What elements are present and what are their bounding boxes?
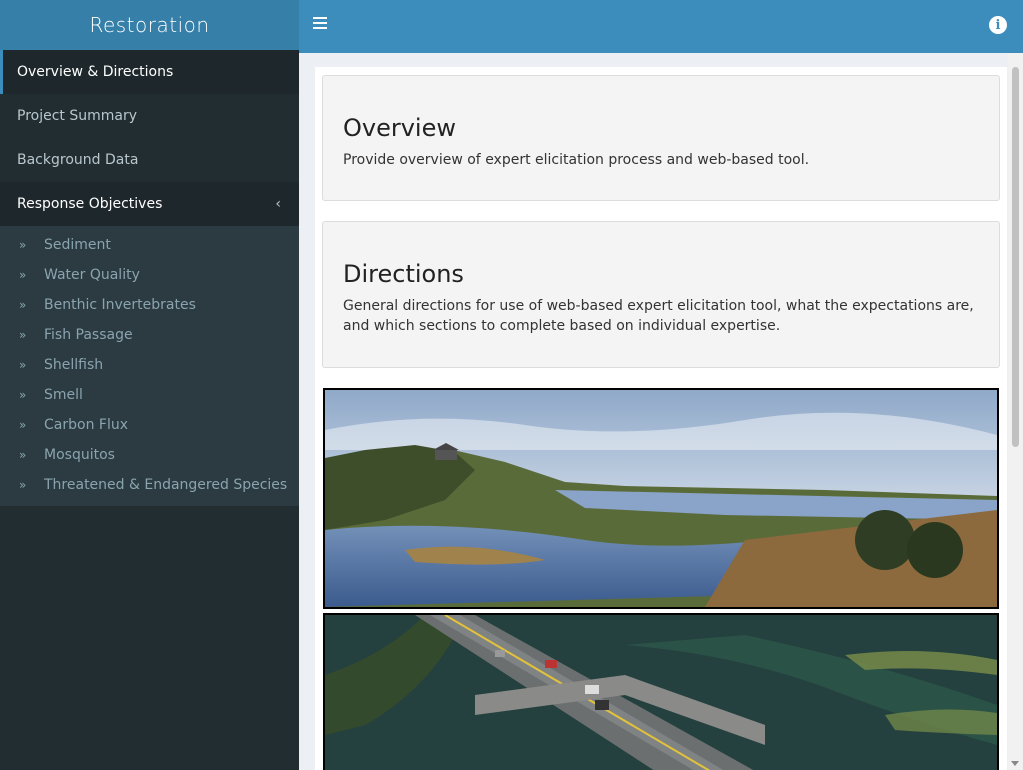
submenu-item-mosquitos[interactable]: » Mosquitos [0, 440, 299, 470]
submenu-item-label: Fish Passage [44, 327, 133, 343]
sidebar-item-project-summary[interactable]: Project Summary [0, 94, 299, 138]
submenu-item-label: Mosquitos [44, 447, 115, 463]
submenu-item-carbon-flux[interactable]: » Carbon Flux [0, 410, 299, 440]
bridge-rendering-graphic [325, 615, 997, 770]
double-chevron-right-icon: » [19, 418, 27, 432]
sidebar-item-label: Background Data [17, 152, 139, 168]
submenu-item-water-quality[interactable]: » Water Quality [0, 260, 299, 290]
double-chevron-right-icon: » [19, 478, 27, 492]
overview-card: Overview Provide overview of expert elic… [322, 75, 1000, 201]
double-chevron-right-icon: » [19, 238, 27, 252]
overview-title: Overview [343, 114, 456, 142]
submenu-item-smell[interactable]: » Smell [0, 380, 299, 410]
sidebar-item-label: Response Objectives [17, 196, 163, 212]
info-icon[interactable]: i [989, 16, 1007, 34]
page-scrollbar[interactable] [1008, 53, 1023, 770]
double-chevron-right-icon: » [19, 388, 27, 402]
directions-title: Directions [343, 260, 464, 288]
sidebar-item-background-data[interactable]: Background Data [0, 138, 299, 182]
double-chevron-right-icon: » [19, 328, 27, 342]
submenu-item-label: Shellfish [44, 357, 104, 373]
submenu-item-label: Benthic Invertebrates [44, 297, 196, 313]
submenu-response-objectives: » Sediment » Water Quality » Benthic Inv… [0, 226, 299, 506]
chevron-left-icon: ‹ [275, 196, 281, 212]
submenu-item-shellfish[interactable]: » Shellfish [0, 350, 299, 380]
hamburger-icon[interactable] [313, 17, 327, 31]
scrollbar-thumb[interactable] [1012, 67, 1019, 447]
marsh-landscape-graphic [325, 390, 997, 607]
sidebar-item-response-objectives[interactable]: Response Objectives ‹ [0, 182, 299, 226]
submenu-item-label: Sediment [44, 237, 111, 253]
submenu-item-threatened-endangered[interactable]: » Threatened & Endangered Species [0, 470, 299, 500]
double-chevron-right-icon: » [19, 298, 27, 312]
main-content: Overview Provide overview of expert elic… [299, 53, 1008, 770]
overview-text: Provide overview of expert elicitation p… [343, 152, 810, 168]
content-panel: Overview Provide overview of expert elic… [315, 67, 1007, 770]
bridge-rendering-image [323, 613, 999, 770]
top-navbar: i [299, 0, 1023, 53]
info-icon-glyph: i [995, 17, 1001, 33]
sidebar-item-label: Project Summary [17, 108, 138, 124]
submenu-item-fish-passage[interactable]: » Fish Passage [0, 320, 299, 350]
double-chevron-right-icon: » [19, 268, 27, 282]
scroll-down-arrow-icon[interactable] [1011, 761, 1019, 766]
sidebar-item-overview-directions[interactable]: Overview & Directions [0, 50, 299, 94]
marsh-landscape-image [323, 388, 999, 609]
submenu-item-benthic-invertebrates[interactable]: » Benthic Invertebrates [0, 290, 299, 320]
submenu-item-label: Threatened & Endangered Species [44, 477, 288, 493]
sidebar-item-label: Overview & Directions [17, 64, 174, 80]
directions-text: General directions for use of web-based … [343, 298, 974, 334]
submenu-item-label: Water Quality [44, 267, 140, 283]
double-chevron-right-icon: » [19, 358, 27, 372]
sidebar: Restoration Overview & Directions Projec… [0, 0, 299, 770]
submenu-item-label: Smell [44, 387, 83, 403]
app-brand[interactable]: Restoration [0, 0, 299, 50]
submenu-item-sediment[interactable]: » Sediment [0, 230, 299, 260]
directions-card: Directions General directions for use of… [322, 221, 1000, 368]
submenu-item-label: Carbon Flux [44, 417, 128, 433]
double-chevron-right-icon: » [19, 448, 27, 462]
